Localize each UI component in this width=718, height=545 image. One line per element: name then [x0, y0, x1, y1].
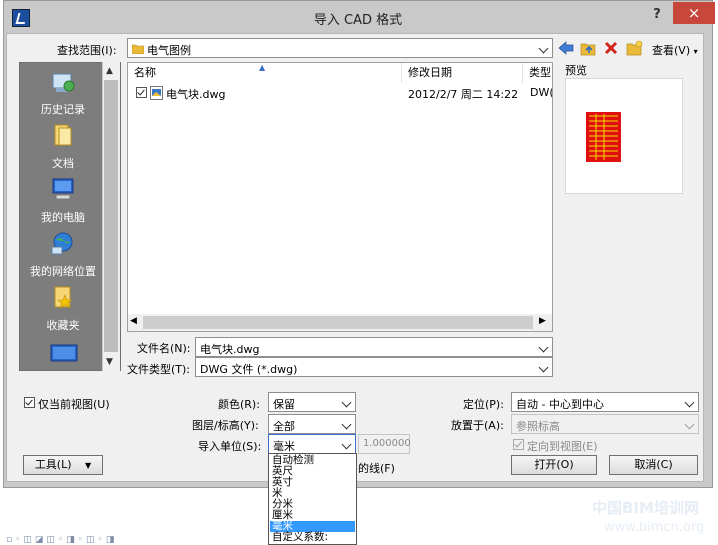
watermark-url: www.bimcn.org: [604, 520, 705, 535]
positioning-combo[interactable]: 自动 - 中心到中心: [511, 392, 699, 412]
scroll-up-icon[interactable]: ▲: [106, 66, 113, 76]
positioning-label: 定位(P):: [463, 398, 504, 411]
chevron-down-icon[interactable]: [686, 398, 695, 407]
file-row-checkbox[interactable]: [136, 87, 147, 98]
orient-to-view-checkbox[interactable]: [513, 439, 524, 450]
desktop-icon[interactable]: [50, 343, 78, 367]
hscroll-thumb[interactable]: [143, 316, 533, 329]
chevron-down-icon[interactable]: [540, 44, 549, 53]
positioning-value: 自动 - 中心到中心: [516, 398, 604, 411]
filetype-value: DWG 文件 (*.dwg): [200, 363, 298, 376]
dwg-file-icon: [150, 86, 163, 100]
tools-button[interactable]: 工具(L) ▼: [23, 455, 103, 475]
chevron-down-icon[interactable]: [343, 398, 352, 407]
column-header-modified[interactable]: 修改日期: [402, 63, 523, 83]
scroll-right-icon[interactable]: ▶: [539, 316, 546, 326]
filename-value: 电气块.dwg: [200, 343, 260, 356]
column-header-name[interactable]: 名称 ▲: [128, 63, 402, 83]
views-dropdown-arrow-icon: ▾: [693, 47, 698, 56]
tools-dropdown-arrow-icon: ▼: [85, 461, 92, 470]
favorites-icon: [50, 285, 76, 309]
folder-icon: [131, 43, 145, 55]
file-name: 电气块.dwg: [166, 88, 226, 101]
chevron-down-icon[interactable]: [343, 420, 352, 429]
file-modified: 2012/2/7 周二 14:22: [408, 88, 519, 101]
tools-label: 工具(L): [34, 458, 72, 471]
correct-lines-label[interactable]: 的线(F): [358, 460, 395, 476]
chevron-down-icon[interactable]: [343, 440, 352, 449]
close-button[interactable]: ×: [673, 2, 715, 24]
open-button[interactable]: 打开(O): [511, 455, 597, 475]
color-label: 颜色(R):: [218, 398, 260, 411]
places-item-computer[interactable]: 我的电脑: [20, 209, 106, 225]
cancel-button[interactable]: 取消(C): [609, 455, 698, 475]
delete-icon[interactable]: [603, 40, 619, 56]
layers-label: 图层/标高(Y):: [192, 419, 259, 432]
places-item-history[interactable]: 历史记录: [20, 101, 106, 117]
scroll-down-icon[interactable]: ▼: [106, 357, 113, 367]
scale-factor-value: 1.000000: [363, 438, 411, 449]
history-icon: [50, 71, 76, 95]
filetype-label: 文件类型(T):: [127, 363, 191, 376]
units-combo[interactable]: 毫米: [268, 434, 356, 454]
units-label: 导入单位(S):: [198, 440, 262, 453]
lookin-combo[interactable]: 电气图例: [127, 38, 553, 58]
up-folder-icon[interactable]: [580, 40, 597, 56]
file-list-hscrollbar[interactable]: ◀ ▶: [127, 314, 553, 332]
dialog-title: 导入 CAD 格式: [313, 13, 403, 28]
column-header-type[interactable]: 类型: [523, 63, 552, 83]
back-icon[interactable]: [558, 40, 574, 56]
title-bar[interactable]: 导入 CAD 格式 ? ×: [4, 1, 715, 35]
computer-icon: [50, 177, 76, 201]
filetype-combo[interactable]: DWG 文件 (*.dwg): [195, 357, 553, 377]
places-scroll-thumb[interactable]: [104, 80, 118, 352]
watermark-text: 中国BIM培训网: [592, 499, 699, 517]
layers-value: 全部: [273, 420, 295, 433]
file-type: DW(: [530, 86, 553, 99]
views-label: 查看(V): [652, 44, 691, 57]
place-at-label: 放置于(A):: [451, 419, 504, 432]
help-button[interactable]: ?: [647, 7, 667, 25]
color-combo[interactable]: 保留: [268, 392, 356, 412]
scroll-left-icon[interactable]: ◀: [130, 316, 137, 326]
filename-combo[interactable]: 电气块.dwg: [195, 337, 553, 357]
sort-ascending-icon: ▲: [259, 63, 266, 72]
units-dropdown-list[interactable]: 自动检测 英尺 英寸 米 分米 厘米 毫米 自定义系数:: [268, 453, 357, 545]
color-value: 保留: [273, 398, 295, 411]
places-item-network[interactable]: 我的网络位置: [20, 263, 106, 279]
units-value: 毫米: [273, 440, 295, 453]
background-toolbar-icons: ▫◦◫◪◫◦◨◦◫◦◨: [6, 535, 118, 545]
preview-label: 预览: [565, 64, 587, 77]
filename-label: 文件名(N):: [137, 342, 191, 355]
units-option-custom-factor[interactable]: 自定义系数:: [270, 532, 355, 543]
place-at-combo[interactable]: 参照标高: [511, 414, 699, 434]
network-icon: [50, 231, 76, 255]
new-folder-icon[interactable]: [626, 40, 643, 56]
current-view-checkbox[interactable]: [24, 397, 35, 408]
column-name-label: 名称: [134, 66, 156, 79]
layers-combo[interactable]: 全部: [268, 414, 356, 434]
place-at-value: 参照标高: [516, 420, 560, 433]
file-row[interactable]: 电气块.dwg 2012/2/7 周二 14:22 DW(: [128, 83, 552, 103]
lookin-label: 查找范围(I):: [57, 44, 117, 57]
current-view-label[interactable]: 仅当前视图(U): [38, 396, 110, 412]
chevron-down-icon[interactable]: [540, 343, 549, 352]
orient-to-view-label: 定向到视图(E): [527, 440, 598, 453]
chevron-down-icon: [686, 420, 695, 429]
documents-icon: [50, 123, 76, 147]
views-menu-button[interactable]: 查看(V) ▾: [652, 42, 698, 58]
places-item-documents[interactable]: 文档: [20, 155, 106, 171]
scale-factor-field[interactable]: 1.000000: [358, 434, 411, 454]
lookin-value: 电气图例: [147, 44, 191, 57]
preview-area: [565, 78, 683, 194]
places-item-favorites[interactable]: 收藏夹: [20, 317, 106, 333]
chevron-down-icon[interactable]: [540, 363, 549, 372]
file-list[interactable]: 名称 ▲ 修改日期 类型 电气块.dwg 2012/2/7 周二 14:22 D…: [127, 62, 553, 332]
dwg-preview-thumbnail: [586, 112, 621, 162]
